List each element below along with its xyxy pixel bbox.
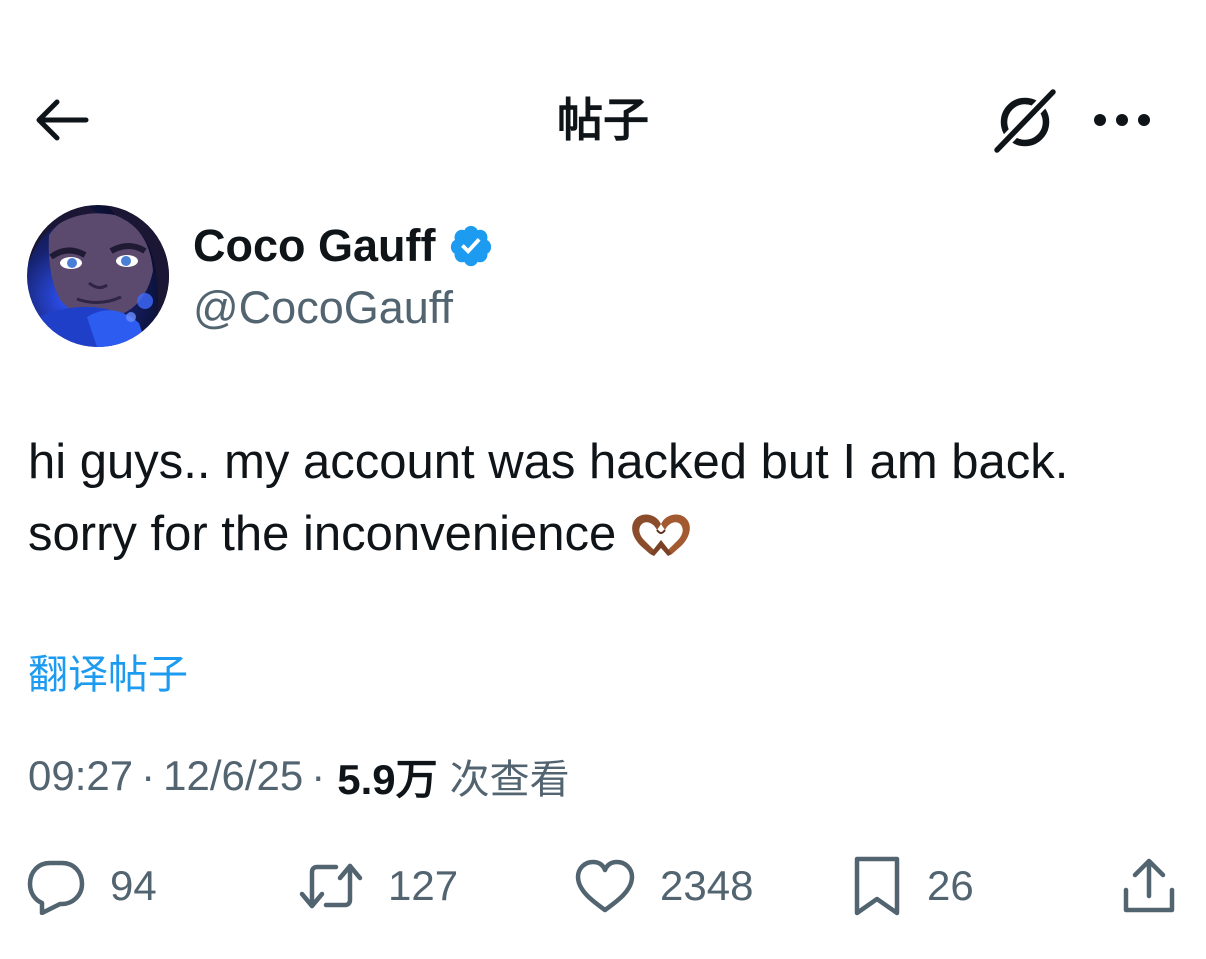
author-name-row: Coco Gauff	[193, 218, 494, 274]
arrow-left-icon	[36, 99, 89, 141]
bookmark-count: 26	[927, 862, 974, 909]
tweet-text: hi guys.. my account was hacked but I am…	[28, 426, 1188, 570]
heart-icon	[575, 859, 635, 913]
back-button[interactable]	[22, 90, 100, 150]
more-horizontal-icon	[1094, 114, 1150, 126]
tweet-text-line-1: hi guys.. my account was hacked but I am…	[28, 435, 1069, 489]
tweet-date[interactable]: 12/6/25	[163, 752, 303, 800]
reply-icon	[27, 860, 85, 915]
bookmark-icon	[854, 856, 900, 916]
author-avatar[interactable]	[27, 205, 169, 347]
views-label: 次查看	[449, 757, 570, 803]
grok-button[interactable]	[985, 82, 1065, 162]
author-name[interactable]: Coco Gauff	[193, 220, 436, 272]
repost-icon	[299, 863, 363, 909]
verified-badge-icon	[448, 223, 494, 269]
repost-count: 127	[388, 862, 459, 909]
share-icon	[1123, 858, 1175, 913]
bookmark-button[interactable]: 26	[851, 852, 974, 920]
grok-icon	[991, 86, 1059, 156]
avatar-image	[27, 205, 169, 347]
views-count: 5.9万	[337, 755, 438, 803]
meta-separator: ·	[141, 752, 156, 799]
tweet-text-line-2: sorry for the inconvenience	[28, 507, 617, 561]
repost-button[interactable]: 127	[298, 852, 458, 920]
tweet-time[interactable]: 09:27	[28, 752, 133, 800]
top-bar: 帖子	[0, 70, 1206, 170]
author-handle[interactable]: @CocoGauff	[193, 280, 453, 336]
reply-count: 94	[110, 862, 157, 909]
tweet-meta: 09:27 · 12/6/25 · 5.9万 次查看	[28, 746, 570, 806]
tweet-text-line-2-wrapper: sorry for the inconvenience	[28, 498, 1188, 570]
heart-hands-emoji	[632, 514, 691, 556]
reply-button[interactable]: 94	[26, 852, 157, 920]
like-count: 2348	[660, 862, 754, 909]
more-options-button[interactable]	[1084, 90, 1160, 150]
share-button[interactable]	[1120, 852, 1178, 920]
like-button[interactable]: 2348	[574, 852, 753, 920]
translate-post-link[interactable]: 翻译帖子	[28, 648, 188, 702]
meta-separator: ·	[311, 752, 326, 799]
